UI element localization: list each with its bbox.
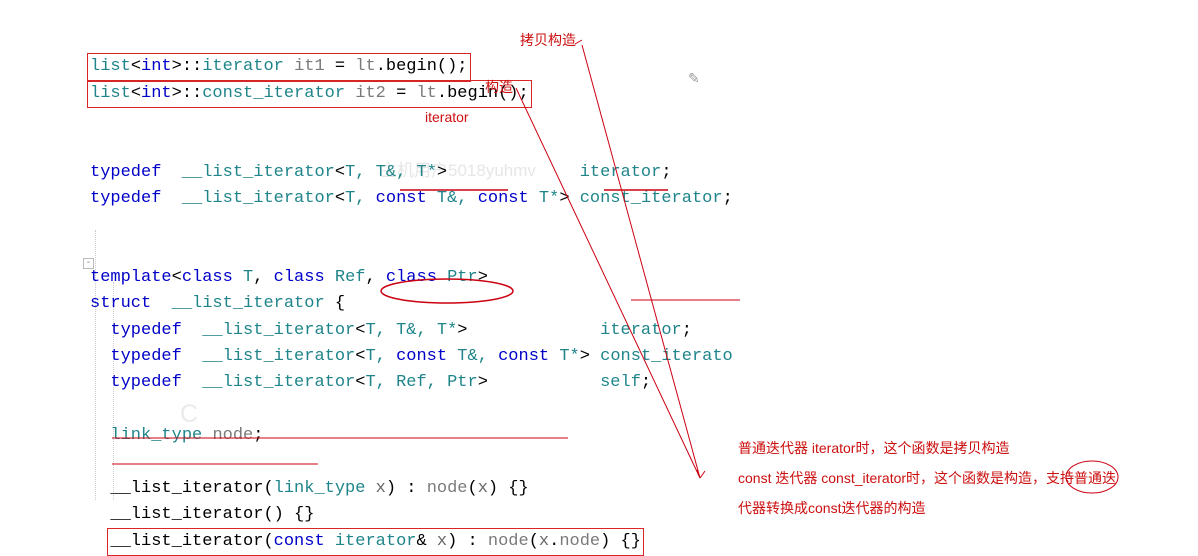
token: __list_iterator (172, 294, 325, 313)
token: struct (90, 294, 151, 313)
token: int (141, 84, 172, 103)
token: lt (416, 84, 436, 103)
code-line-ctor: __list_iterator(const iterator& x) : nod… (107, 528, 644, 556)
token: x (478, 479, 488, 498)
annotation-note-2: const 迭代器 const_iterator时，这个函数是构造，支持普通迭 (738, 468, 1116, 490)
token: T, (345, 189, 376, 208)
token: T, (365, 347, 396, 366)
token: typedef (110, 373, 181, 392)
token: typedef (110, 347, 181, 366)
token: const (274, 532, 325, 551)
token: const (396, 347, 447, 366)
token: T (243, 268, 253, 287)
token: typedef (90, 163, 161, 182)
token: node (559, 532, 600, 551)
token: template (90, 268, 172, 287)
token: x (437, 532, 447, 551)
code-line-1: list<int>::iterator it1 = lt.begin(); (87, 53, 471, 81)
token: T* (529, 189, 560, 208)
token: node (427, 479, 468, 498)
code-block: list<int>::iterator it1 = lt.begin(); li… (90, 28, 733, 555)
token: link_type (110, 426, 202, 445)
token: self (600, 373, 641, 392)
code-line-2: list<int>::const_iterator it2 = lt.begin… (87, 80, 532, 108)
token: __list_iterator (182, 189, 335, 208)
token: T* (549, 347, 580, 366)
annotation-note-1: 普通迭代器 iterator时，这个函数是拷贝构造 (738, 438, 1009, 460)
token: const (376, 189, 427, 208)
token: int (141, 57, 172, 76)
token: class (182, 268, 233, 287)
token: iterator (335, 532, 417, 551)
token: class (386, 268, 437, 287)
token: Ref (335, 268, 366, 287)
annotation-note-3: 代器转换成const迭代器的构造 (738, 498, 925, 520)
token: lt (355, 57, 375, 76)
token: T&, (427, 189, 478, 208)
annotation-iterator-label: iterator (425, 107, 469, 129)
token: x (376, 479, 386, 498)
token: it1 (294, 57, 325, 76)
token: __list_iterator (110, 532, 263, 551)
token: iterator (580, 163, 662, 182)
token: list (90, 57, 131, 76)
token: typedef (110, 321, 181, 340)
token: T, T&, T* (345, 163, 437, 182)
token: list (90, 84, 131, 103)
token: T, Ref, Ptr (365, 373, 477, 392)
token: x (539, 532, 549, 551)
token: __list_iterator (202, 373, 355, 392)
token: __list_iterator (202, 347, 355, 366)
token: const (498, 347, 549, 366)
token: __list_iterator (202, 321, 355, 340)
token: const_iterato (600, 347, 733, 366)
token: it2 (355, 84, 386, 103)
token: __list_iterator (110, 505, 263, 524)
token: iterator (600, 321, 682, 340)
token: T&, (447, 347, 498, 366)
token: Ptr (447, 268, 478, 287)
token: const (478, 189, 529, 208)
token: __list_iterator (110, 479, 263, 498)
token: node (488, 532, 529, 551)
annotation-ctor: 构造 (485, 77, 513, 99)
token: begin (386, 57, 437, 76)
token: node (212, 426, 253, 445)
token: class (274, 268, 325, 287)
token: iterator (202, 57, 284, 76)
token: __list_iterator (182, 163, 335, 182)
token: const_iterator (202, 84, 345, 103)
token: typedef (90, 189, 161, 208)
token: const_iterator (580, 189, 723, 208)
annotation-copy-ctor: 拷贝构造 (520, 30, 576, 52)
token: T, T&, T* (365, 321, 457, 340)
token: link_type (274, 479, 366, 498)
